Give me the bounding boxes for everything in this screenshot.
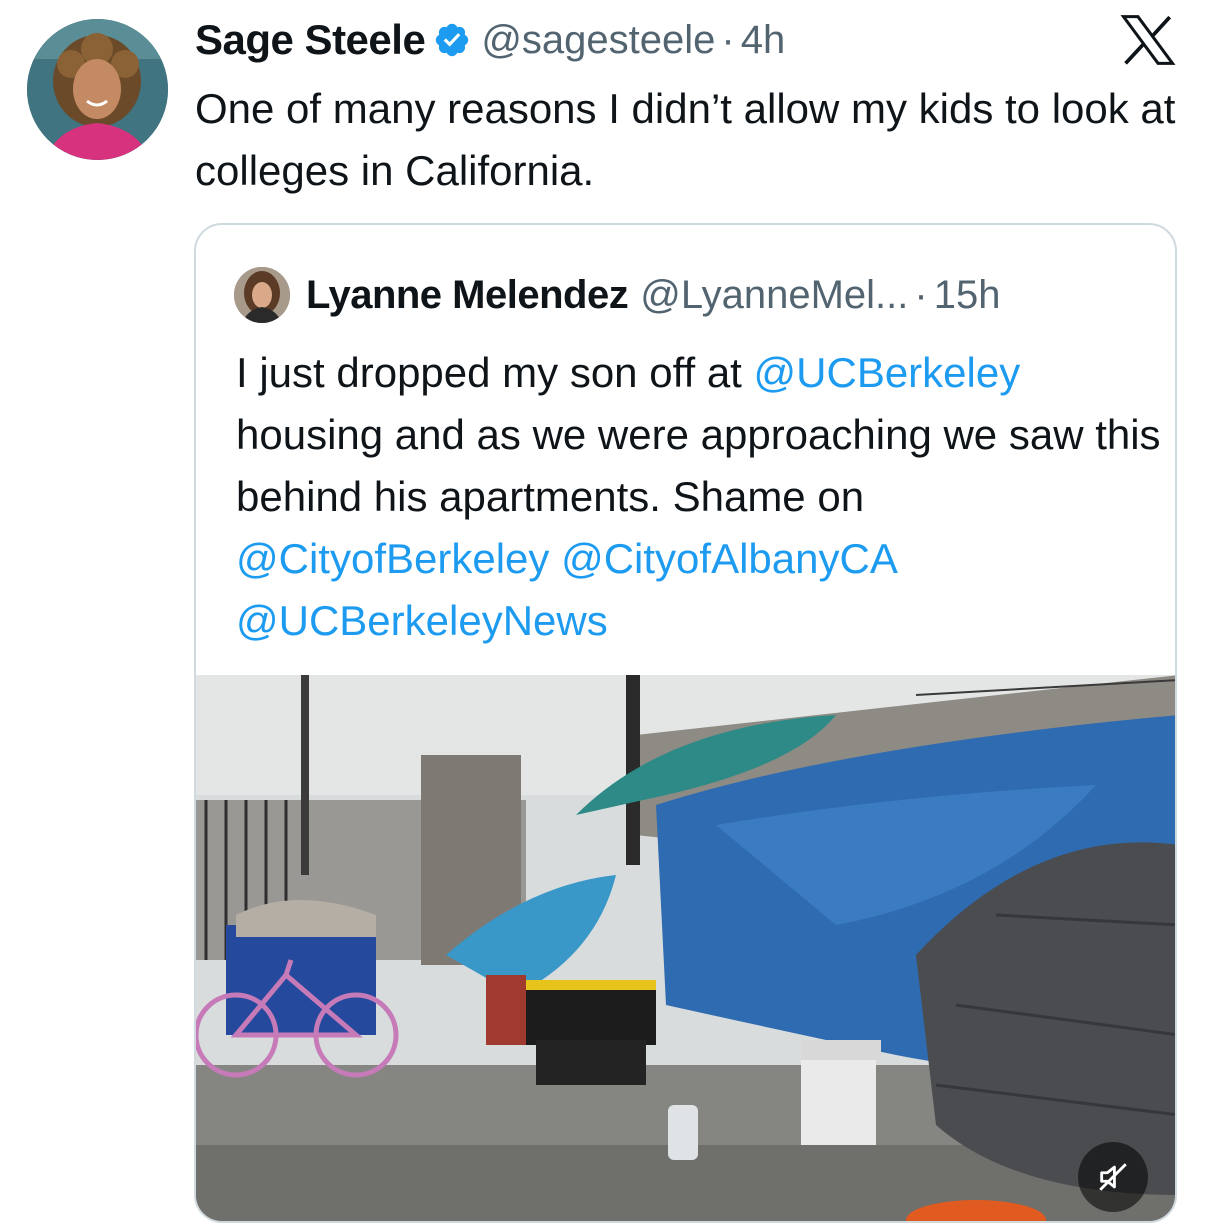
- video-thumbnail[interactable]: [196, 675, 1175, 1221]
- muted-speaker-icon: [1099, 1163, 1127, 1191]
- meta-separator: ·: [721, 17, 735, 62]
- video-frame-image: [196, 675, 1175, 1221]
- mention-link[interactable]: @UCBerkeleyNews: [236, 597, 608, 644]
- quoted-author-name[interactable]: Lyanne Melendez: [306, 273, 629, 318]
- x-logo-icon: [1120, 14, 1176, 66]
- quoted-tweet-header: Lyanne Melendez @LyanneMel... · 15h: [234, 267, 1001, 323]
- quoted-meta-separator: ·: [914, 272, 928, 317]
- profile-photo: [234, 267, 290, 323]
- mention-link[interactable]: @CityofAlbanyCA: [561, 535, 895, 582]
- author-handle[interactable]: @sagesteele: [481, 18, 715, 63]
- quoted-text-segment: housing and as we were approaching we sa…: [236, 411, 1161, 520]
- quoted-author-avatar[interactable]: [234, 267, 290, 323]
- tweet-header: Sage Steele @sagesteele · 4h: [195, 14, 785, 66]
- quoted-text-segment: I just dropped my son off at: [236, 349, 754, 396]
- tweet-timestamp[interactable]: 4h: [741, 18, 786, 63]
- author-name[interactable]: Sage Steele: [195, 16, 426, 64]
- author-avatar[interactable]: [27, 19, 168, 160]
- verified-badge-icon: [433, 21, 471, 59]
- mention-link[interactable]: @CityofBerkeley: [236, 535, 549, 582]
- mute-button[interactable]: [1078, 1142, 1148, 1212]
- quoted-author-handle[interactable]: @LyanneMel...: [640, 273, 908, 318]
- quoted-tweet-timestamp[interactable]: 15h: [934, 273, 1001, 318]
- tweet-text: One of many reasons I didn’t allow my ki…: [195, 85, 1176, 194]
- quoted-text-segment: [549, 535, 561, 582]
- quoted-tweet-text: I just dropped my son off at @UCBerkeley…: [236, 342, 1166, 652]
- mention-link[interactable]: @UCBerkeley: [754, 349, 1021, 396]
- quoted-tweet-card[interactable]: Lyanne Melendez @LyanneMel... · 15h I ju…: [194, 223, 1177, 1223]
- profile-photo: [27, 19, 168, 160]
